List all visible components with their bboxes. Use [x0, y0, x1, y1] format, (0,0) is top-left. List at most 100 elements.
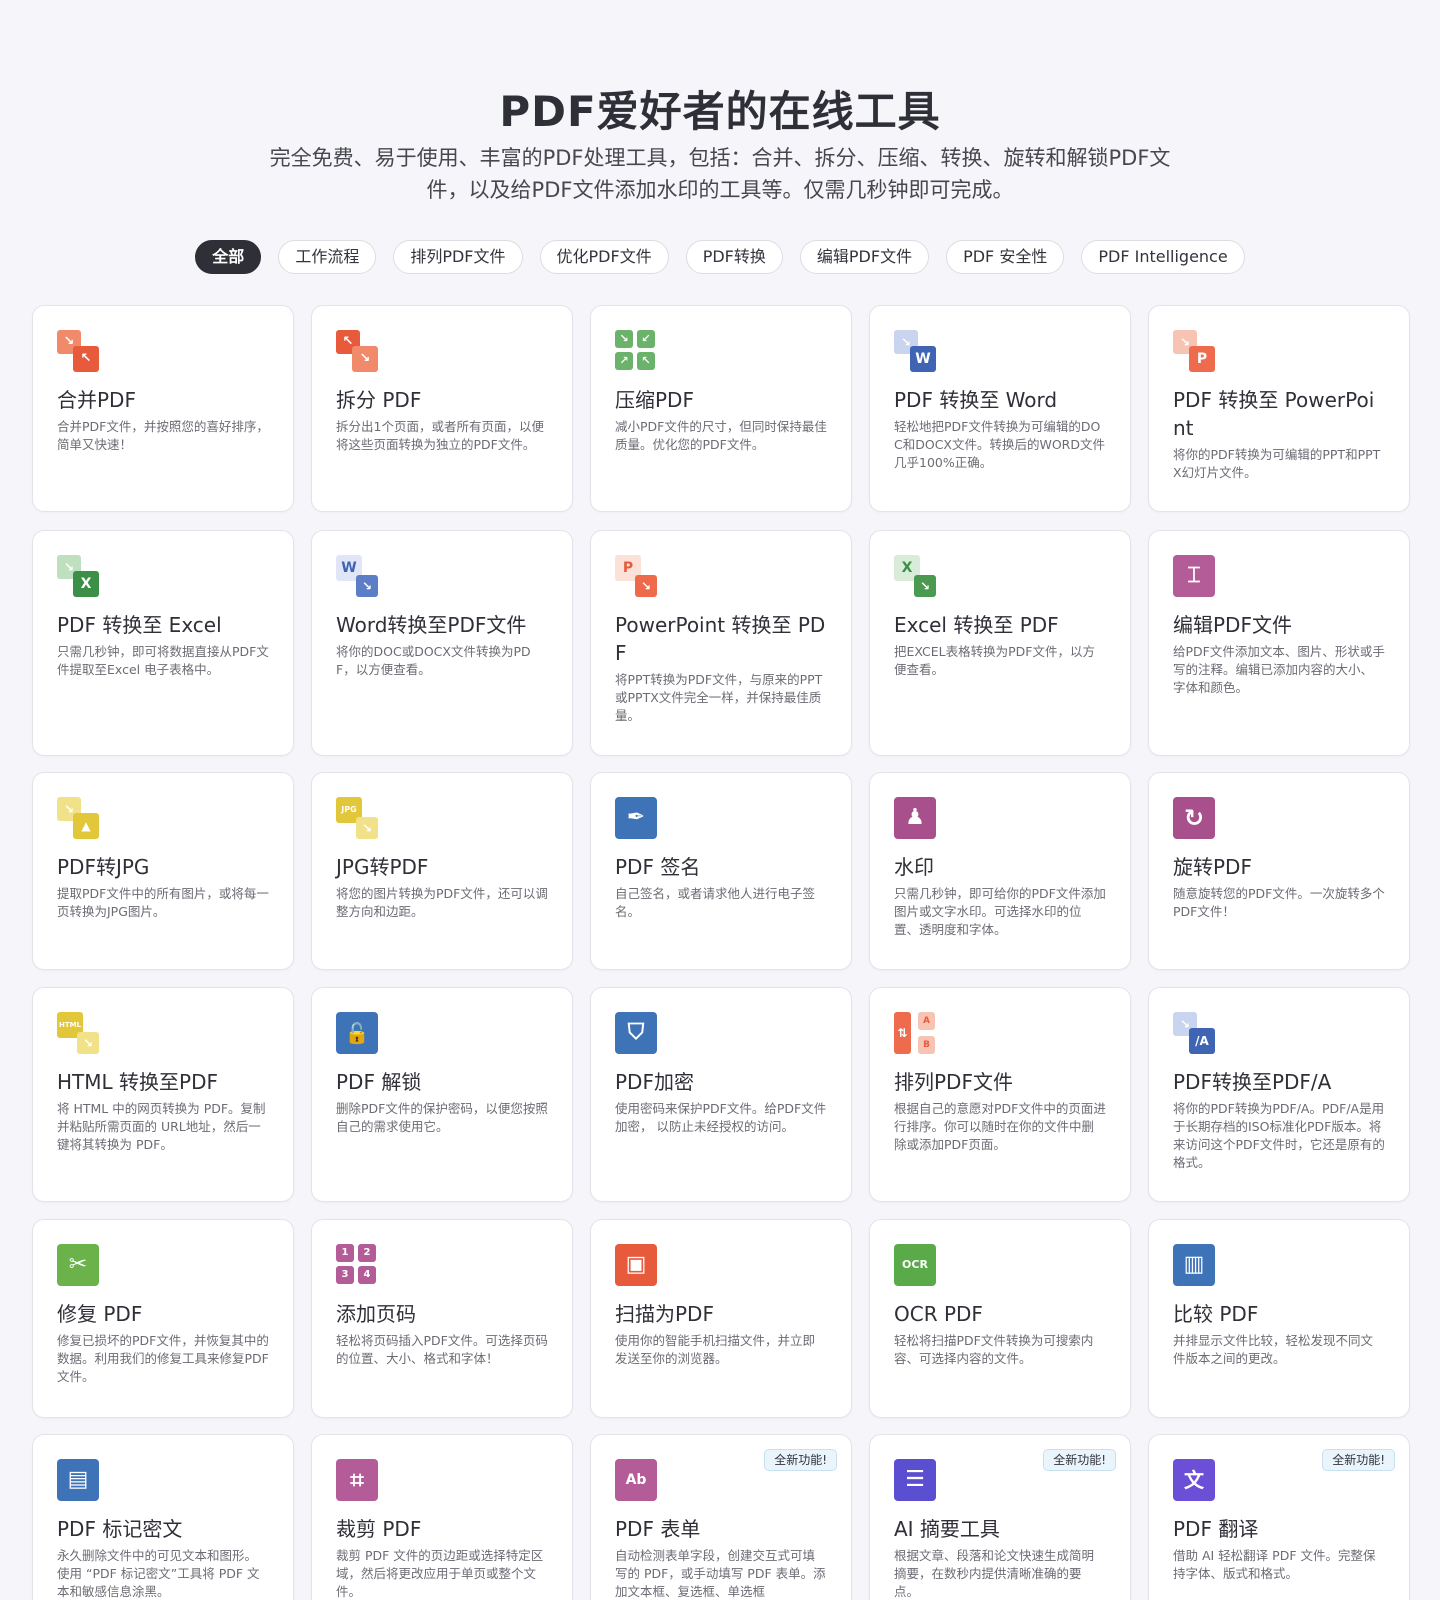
- protect-icon: ⛉: [615, 1012, 657, 1054]
- tool-card[interactable]: Ab PDF 表单 自动检测表单字段，创建交互式可填写的 PDF，或手动填写 PDF…: [590, 1434, 852, 1600]
- excel-to-pdf-icon: X ↘: [894, 555, 936, 597]
- icon-shape: ✂: [68, 1252, 88, 1277]
- tool-title: 裁剪 PDF: [336, 1517, 422, 1541]
- tool-card[interactable]: W ↘ Word转换至PDF文件 将你的DOC或DOCX文件转换为PDF，以方便查看。: [311, 530, 573, 756]
- tool-title: 比较 PDF: [1173, 1302, 1259, 1326]
- tool-title: PDF 表单: [615, 1517, 701, 1541]
- tool-title: AI 摘要工具: [894, 1517, 1000, 1541]
- tool-card[interactable]: ↘ X PDF 转换至 Excel 只需几秒钟，即可将数据直接从PDF文件提取至Exc…: [32, 530, 294, 756]
- tool-card[interactable]: ⌗ 裁剪 PDF 裁剪 PDF 文件的页边距或选择特定区域，然后将更改应用于单页或整…: [311, 1434, 573, 1600]
- icon-shape: P: [1196, 351, 1208, 367]
- tool-description: 只需几秒钟，即可将数据直接从PDF文件提取至Excel 电子表格中。: [57, 644, 269, 677]
- tool-card[interactable]: 🔓 PDF 解锁 删除PDF文件的保护密码，以便您按照自己的需求使用它。: [311, 987, 573, 1202]
- tool-card[interactable]: ▤ PDF 标记密文 永久删除文件中的可见文本和图形。使用 “PDF 标记密文”工具…: [32, 1434, 294, 1600]
- tool-title: PDF转换至PDF/A: [1173, 1070, 1332, 1094]
- ai-summary-icon: ☰: [894, 1459, 936, 1501]
- watermark-icon: ♟: [894, 797, 936, 839]
- tool-title: PDF 转换至 PowerPoint: [1173, 388, 1375, 440]
- tool-card[interactable]: JPG ↘ JPG转PDF 将您的图片转换为PDF文件，还可以调整方向和边距。: [311, 772, 573, 970]
- icon-shape: X: [80, 576, 92, 592]
- merge-icon: ↘ ↖: [57, 330, 99, 372]
- tool-description: 将你的DOC或DOCX文件转换为PDF，以方便查看。: [336, 644, 531, 677]
- ocr-icon: OCR: [894, 1244, 936, 1286]
- tool-title: PDF 翻译: [1173, 1517, 1259, 1541]
- tool-card[interactable]: ↘ ▲ PDF转JPG 提取PDF文件中的所有图片，或将每一页转换为JPG图片。: [32, 772, 294, 970]
- tool-card[interactable]: ↘ ↙ ↗ ↖ 压缩PDF 减小PDF文件的尺寸，但同时保持最佳质量。优化您的PDF文件。: [590, 305, 852, 512]
- icon-shape: A: [923, 1016, 930, 1026]
- tool-description: 轻松地把PDF文件转换为可编辑的DOC和DOCX文件。转换后的WORD文件几乎1…: [894, 419, 1105, 470]
- jpg-to-pdf-icon: JPG ↘: [336, 797, 378, 839]
- tool-description: 将你的PDF转换为PDF/A。PDF/A是用于长期存档的ISO标准化PDF版本。…: [1173, 1101, 1385, 1170]
- tab-security[interactable]: PDF 安全性: [946, 240, 1065, 274]
- icon-shape: ↘: [82, 1036, 94, 1050]
- tool-description: 拆分出1个页面，或者所有页面，以便将这些页面转换为独立的PDF文件。: [336, 419, 544, 452]
- tool-card[interactable]: 文 PDF 翻译 借助 AI 轻松翻译 PDF 文件。完整保持字体、版式和格式。 全新…: [1148, 1434, 1410, 1600]
- crop-icon: ⌗: [336, 1459, 378, 1501]
- tool-title: Excel 转换至 PDF: [894, 613, 1059, 637]
- tool-card[interactable]: ⌶ 编辑PDF文件 给PDF文件添加文本、图片、形状或手写的注释。编辑已添加内容的大…: [1148, 530, 1410, 756]
- tool-title: PDF 解锁: [336, 1070, 422, 1094]
- icon-shape: ↘: [359, 351, 371, 366]
- tool-card[interactable]: OCR OCR PDF 轻松将扫描PDF文件转换为可搜索内容、可选择内容的文件。: [869, 1219, 1131, 1418]
- tool-card[interactable]: HTML ↘ HTML 转换至PDF 将 HTML 中的网页转换为 PDF。复制并粘贴…: [32, 987, 294, 1202]
- tool-card[interactable]: ↘ P PDF 转换至 PowerPoint 将你的PDF转换为可编辑的PPT和PPT…: [1148, 305, 1410, 512]
- tool-title: PDF加密: [615, 1070, 694, 1094]
- icon-shape: ↗: [619, 354, 629, 367]
- tool-description: 把EXCEL表格转换为PDF文件，以方便查看。: [894, 644, 1095, 677]
- tool-title: 旋转PDF: [1173, 855, 1252, 879]
- tool-title: PDF 签名: [615, 855, 701, 879]
- html-to-pdf-icon: HTML ↘: [57, 1012, 99, 1054]
- tool-card[interactable]: ⛉ PDF加密使用密码来保护PDF文件。给PDF文件加密， 以防止未经授权的访问。: [590, 987, 852, 1202]
- tool-description: 自己签名，或者请求他人进行电子签名。: [615, 886, 816, 919]
- tool-description: 只需几秒钟，即可给你的PDF文件添加图片或文字水印。可选择水印的位置、透明度和字…: [894, 886, 1106, 937]
- tab-organize[interactable]: 排列PDF文件: [393, 240, 523, 274]
- tool-card[interactable]: ▣ 扫描为PDF 使用你的智能手机扫描文件，并立即发送至你的浏览器。: [590, 1219, 852, 1418]
- tab-convert[interactable]: PDF转换: [685, 240, 783, 274]
- tool-card[interactable]: ♟ 水印只需几秒钟，即可给你的PDF文件添加图片或文字水印。可选择水印的位置、透明…: [869, 772, 1131, 970]
- pdf-to-powerpoint-icon: ↘ P: [1173, 330, 1215, 372]
- subtitle-line-1: 完全免费、易于使用、丰富的PDF处理工具，包括：合并、拆分、压缩、转换、旋转和解…: [269, 146, 1171, 170]
- pdf-to-excel-icon: ↘ X: [57, 555, 99, 597]
- icon-shape: B: [923, 1040, 930, 1050]
- compress-icon: ↘ ↙ ↗ ↖: [615, 330, 657, 372]
- icon-shape: /A: [1195, 1034, 1209, 1048]
- tab-intelligence[interactable]: PDF Intelligence: [1081, 240, 1245, 274]
- tool-description: 根据文章、段落和论文快速生成简明摘要，在数秒内提供清晰准确的要点。: [894, 1548, 1095, 1599]
- compare-icon: ▥: [1173, 1244, 1215, 1286]
- tool-card[interactable]: ☰ AI 摘要工具根据文章、段落和论文快速生成简明摘要，在数秒内提供清晰准确的要点…: [869, 1434, 1131, 1600]
- tool-title: HTML 转换至PDF: [57, 1070, 218, 1094]
- tool-card[interactable]: ↖ ↘ 拆分 PDF 拆分出1个页面，或者所有页面，以便将这些页面转换为独立的PDF文…: [311, 305, 573, 512]
- tool-description: 永久删除文件中的可见文本和图形。使用 “PDF 标记密文”工具将 PDF 文本和…: [57, 1548, 260, 1599]
- tab-workflow[interactable]: 工作流程: [278, 240, 377, 274]
- tool-description: 轻松将扫描PDF文件转换为可搜索内容、可选择内容的文件。: [894, 1333, 1094, 1366]
- tool-card[interactable]: ↻ 旋转PDF 随意旋转您的PDF文件。一次旋转多个PDF文件！: [1148, 772, 1410, 970]
- tool-card[interactable]: ✒ PDF 签名 自己签名，或者请求他人进行电子签名。: [590, 772, 852, 970]
- hero: PDF爱好者的在线工具 完全免费、易于使用、丰富的PDF处理工具，包括：合并、拆…: [0, 82, 1440, 206]
- repair-icon: ✂: [57, 1244, 99, 1286]
- icon-shape: ↖: [80, 351, 92, 366]
- tool-card[interactable]: P ↘ PowerPoint 转换至 PDF 将PPT转换为PDF文件，与原来的PPT…: [590, 530, 852, 756]
- icon-shape: ↘: [919, 579, 931, 593]
- tool-title: 修复 PDF: [57, 1302, 143, 1326]
- tool-card[interactable]: ⇅ A B 排列PDF文件 根据自己的意愿对PDF文件中的页面进行排序。你可以随时在你的…: [869, 987, 1131, 1202]
- tool-title: 编辑PDF文件: [1173, 613, 1292, 637]
- tool-card[interactable]: ▥ 比较 PDF 并排显示文件比较，轻松发现不同文件版本之间的更改。: [1148, 1219, 1410, 1418]
- redact-icon: ▤: [57, 1459, 99, 1501]
- tool-title: PDF转JPG: [57, 855, 150, 879]
- tool-card[interactable]: ↘ ↖ 合并PDF 合并PDF文件，并按照您的喜好排序，简单又快速！: [32, 305, 294, 512]
- tool-card[interactable]: X ↘ Excel 转换至 PDF 把EXCEL表格转换为PDF文件，以方便查看。: [869, 530, 1131, 756]
- icon-shape: ⛉: [627, 1020, 645, 1045]
- tool-card[interactable]: ↘ W PDF 转换至 Word 轻松地把PDF文件转换为可编辑的DOC和DOCX文件…: [869, 305, 1131, 512]
- tool-card[interactable]: ✂ 修复 PDF 修复已损坏的PDF文件，并恢复其中的数据。利用我们的修复工具来修复…: [32, 1219, 294, 1418]
- icon-shape: 🔓: [344, 1021, 370, 1045]
- tool-title: PDF 转换至 Excel: [57, 613, 222, 637]
- tab-optimize[interactable]: 优化PDF文件: [539, 240, 669, 274]
- tool-card[interactable]: ↘/A PDF转换至PDF/A 将你的PDF转换为PDF/A。PDF/A是用于长期存…: [1148, 987, 1410, 1202]
- tool-description: 随意旋转您的PDF文件。一次旋转多个PDF文件！: [1173, 886, 1385, 919]
- icon-shape: 4: [363, 1269, 371, 1280]
- tab-all[interactable]: 全部: [195, 240, 262, 274]
- tab-edit[interactable]: 编辑PDF文件: [799, 240, 930, 274]
- tool-title: 水印: [894, 855, 934, 879]
- tool-description: 使用密码来保护PDF文件。给PDF文件加密， 以防止未经授权的访问。: [615, 1101, 827, 1134]
- tool-card[interactable]: 1 2 3 4 添加页码 轻松将页码插入PDF文件。可选择页码的位置、大小、格式和字体！: [311, 1219, 573, 1418]
